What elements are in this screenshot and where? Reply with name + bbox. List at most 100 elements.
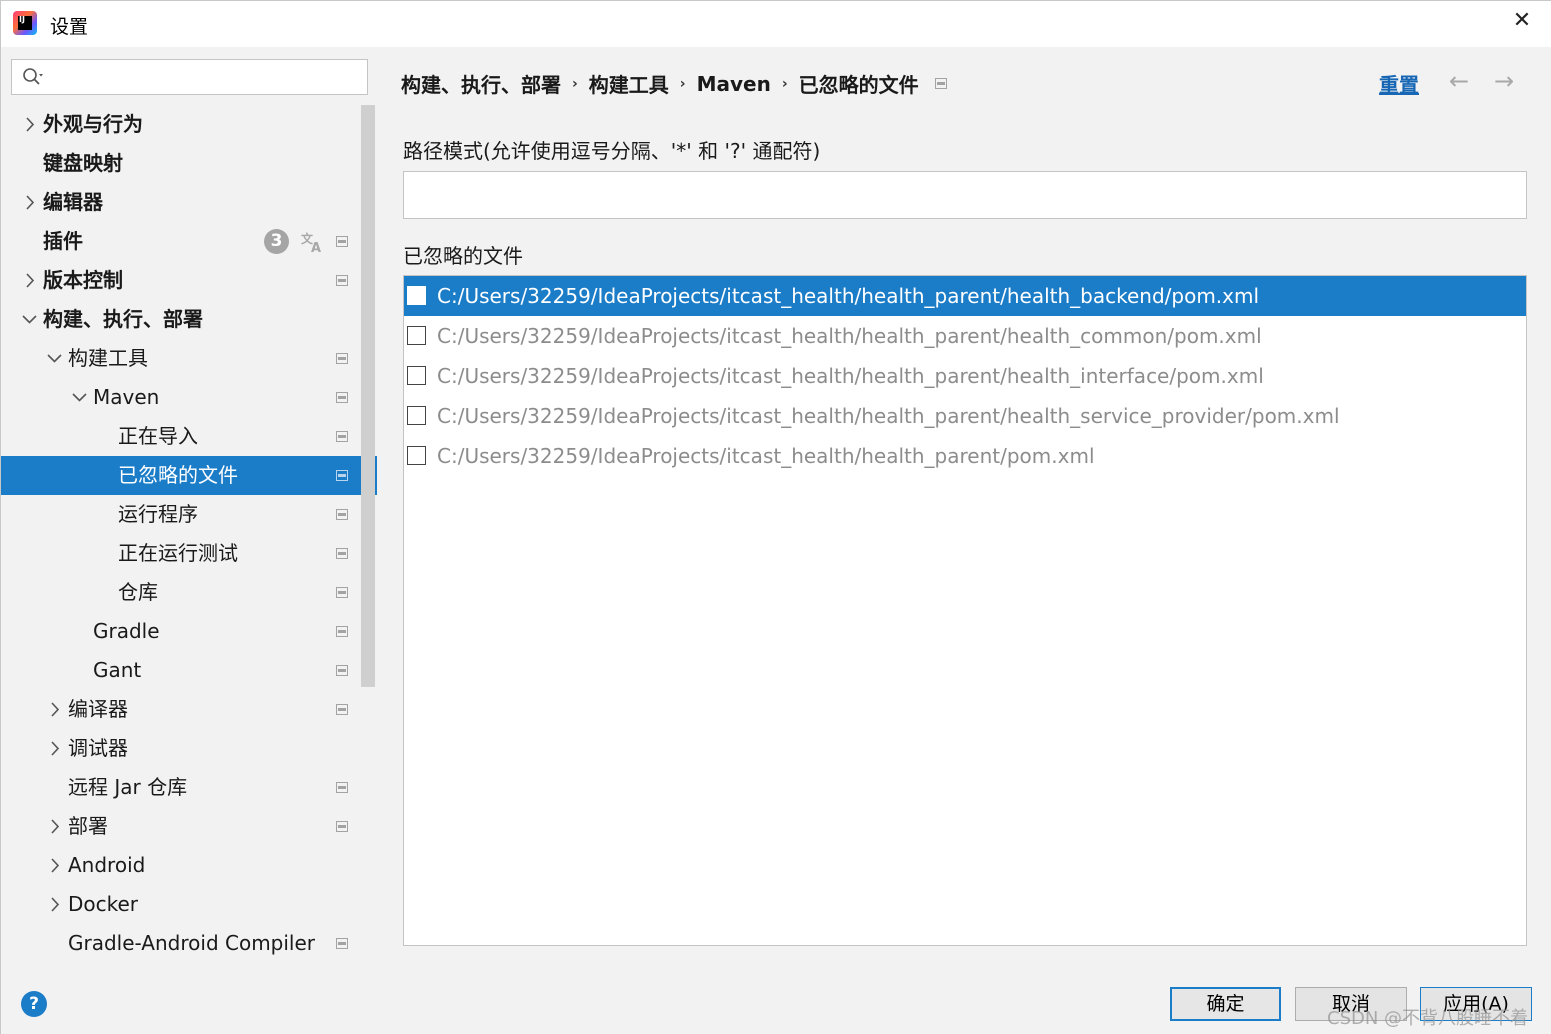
watermark: CSDN @不背八股睡不着 xyxy=(1327,1008,1529,1029)
chevron-right-icon[interactable] xyxy=(48,846,64,885)
sidebar-item-label: 构建、执行、部署 xyxy=(43,307,203,331)
sidebar-item-label: 构建工具 xyxy=(68,346,148,370)
chevron-down-icon[interactable] xyxy=(21,300,37,339)
chevron-right-icon[interactable] xyxy=(48,690,64,729)
chevron-down-icon[interactable] xyxy=(71,378,87,417)
project-level-icon xyxy=(336,548,348,559)
chevron-right-icon[interactable] xyxy=(23,105,39,144)
list-item[interactable]: C:/Users/32259/IdeaProjects/itcast_healt… xyxy=(404,356,1526,396)
file-checkbox[interactable] xyxy=(407,326,426,345)
ignored-files-list: C:/Users/32259/IdeaProjects/itcast_healt… xyxy=(403,275,1527,946)
project-level-icon xyxy=(336,587,348,598)
translate-icon: 文 A xyxy=(301,231,321,254)
sidebar-item-importing[interactable]: 正在导入 xyxy=(1,417,377,456)
list-item[interactable]: C:/Users/32259/IdeaProjects/itcast_healt… xyxy=(404,316,1526,356)
breadcrumb: 构建、执行、部署 › 构建工具 › Maven › 已忽略的文件 xyxy=(401,69,947,97)
sidebar-item-label: 键盘映射 xyxy=(43,151,123,175)
chevron-right-icon[interactable] xyxy=(48,807,64,846)
ok-button[interactable]: 确定 xyxy=(1170,987,1281,1021)
search-input[interactable] xyxy=(11,59,368,95)
sidebar-item-label: 版本控制 xyxy=(43,268,123,292)
sidebar-item-label: Gant xyxy=(93,658,142,682)
sidebar-item-running-tests[interactable]: 正在运行测试 xyxy=(1,534,377,573)
sidebar-item-label: 部署 xyxy=(68,814,108,838)
sidebar-item-android[interactable]: Android xyxy=(1,846,377,885)
sidebar-item-gradle-android-compiler[interactable]: Gradle-Android Compiler xyxy=(1,924,377,963)
sidebar-item-debugger[interactable]: 调试器 xyxy=(1,729,377,768)
sidebar-item-label: 正在导入 xyxy=(118,424,198,448)
chevron-right-icon[interactable] xyxy=(23,183,39,222)
sidebar-item-gradle[interactable]: Gradle xyxy=(1,612,377,651)
sidebar-item-label: 远程 Jar 仓库 xyxy=(68,775,188,799)
path-pattern-input[interactable] xyxy=(403,171,1527,219)
sidebar-item-label: Docker xyxy=(68,892,139,916)
sidebar-item-plugins[interactable]: 插件 3 文 A xyxy=(1,222,377,261)
sidebar-item-editor[interactable]: 编辑器 xyxy=(1,183,377,222)
breadcrumb-separator-icon: › xyxy=(781,75,788,92)
sidebar-item-label: 编辑器 xyxy=(43,190,103,214)
sidebar-item-compiler[interactable]: 编译器 xyxy=(1,690,377,729)
sidebar-item-label: 外观与行为 xyxy=(43,112,143,136)
project-level-icon xyxy=(336,821,348,832)
project-level-icon xyxy=(336,626,348,637)
back-arrow-icon[interactable]: ← xyxy=(1449,67,1479,97)
sidebar-item-remote-jar-repositories[interactable]: 远程 Jar 仓库 xyxy=(1,768,377,807)
forward-arrow-icon[interactable]: → xyxy=(1494,67,1524,97)
dialog-footer: ? 确定 取消 应用(A) CSDN @不背八股睡不着 xyxy=(1,971,1551,1034)
chevron-down-icon[interactable] xyxy=(46,339,62,378)
sidebar-item-runner[interactable]: 运行程序 xyxy=(1,495,377,534)
file-checkbox[interactable] xyxy=(407,366,426,385)
list-item[interactable]: C:/Users/32259/IdeaProjects/itcast_healt… xyxy=(404,396,1526,436)
sidebar-item-label: 已忽略的文件 xyxy=(118,463,238,487)
file-checkbox[interactable] xyxy=(407,286,426,305)
list-item[interactable]: C:/Users/32259/IdeaProjects/itcast_healt… xyxy=(404,436,1526,476)
svg-text:A: A xyxy=(311,241,321,254)
chevron-right-icon[interactable] xyxy=(48,729,64,768)
project-level-icon xyxy=(336,470,348,481)
intellij-logo-icon xyxy=(13,11,37,35)
sidebar-item-ignored-files[interactable]: 已忽略的文件 xyxy=(1,456,377,495)
path-pattern-label: 路径模式(允许使用逗号分隔、'*' 和 '?' 通配符) xyxy=(403,139,821,163)
sidebar-item-maven[interactable]: Maven xyxy=(1,378,377,417)
breadcrumb-separator-icon: › xyxy=(572,75,578,92)
chevron-right-icon[interactable] xyxy=(48,885,64,924)
sidebar-item-version-control[interactable]: 版本控制 xyxy=(1,261,377,300)
reset-link[interactable]: 重置 xyxy=(1379,69,1419,98)
file-checkbox[interactable] xyxy=(407,406,426,425)
window-title: 设置 xyxy=(50,16,89,38)
sidebar-item-build-execution-deployment[interactable]: 构建、执行、部署 xyxy=(1,300,377,339)
file-path: C:/Users/32259/IdeaProjects/itcast_healt… xyxy=(437,364,1264,388)
sidebar-item-deployment[interactable]: 部署 xyxy=(1,807,377,846)
help-button[interactable]: ? xyxy=(21,991,47,1017)
sidebar-item-label: Android xyxy=(68,853,146,877)
project-level-icon xyxy=(336,392,348,403)
breadcrumb-separator-icon: › xyxy=(679,75,686,92)
breadcrumb-item: 构建、执行、部署 xyxy=(401,73,561,97)
sidebar-scrollbar[interactable] xyxy=(361,105,375,687)
project-level-icon xyxy=(336,431,348,442)
breadcrumb-item: 构建工具 xyxy=(588,73,669,97)
sidebar-item-appearance[interactable]: 外观与行为 xyxy=(1,105,377,144)
close-button[interactable]: ✕ xyxy=(1504,6,1540,36)
project-level-icon xyxy=(934,78,947,89)
search-icon xyxy=(23,68,43,85)
breadcrumb-item: Maven xyxy=(696,71,771,96)
sidebar-item-build-tools[interactable]: 构建工具 xyxy=(1,339,377,378)
project-level-icon xyxy=(336,665,348,676)
sidebar-item-keymap[interactable]: 键盘映射 xyxy=(1,144,377,183)
sidebar-item-label: 运行程序 xyxy=(118,502,198,526)
project-level-icon xyxy=(336,275,348,286)
file-checkbox[interactable] xyxy=(407,446,426,465)
list-item[interactable]: C:/Users/32259/IdeaProjects/itcast_healt… xyxy=(404,276,1526,316)
chevron-right-icon[interactable] xyxy=(23,261,39,300)
file-path: C:/Users/32259/IdeaProjects/itcast_healt… xyxy=(437,404,1340,428)
sidebar-item-label: 调试器 xyxy=(68,736,128,760)
project-level-icon xyxy=(336,509,348,520)
sidebar-item-repositories[interactable]: 仓库 xyxy=(1,573,377,612)
sidebar-item-label: 编译器 xyxy=(68,697,128,721)
sidebar-item-label: 正在运行测试 xyxy=(118,541,238,565)
sidebar-item-gant[interactable]: Gant xyxy=(1,651,377,690)
sidebar-item-docker[interactable]: Docker xyxy=(1,885,377,924)
project-level-icon xyxy=(336,938,348,949)
project-level-icon xyxy=(336,782,348,793)
